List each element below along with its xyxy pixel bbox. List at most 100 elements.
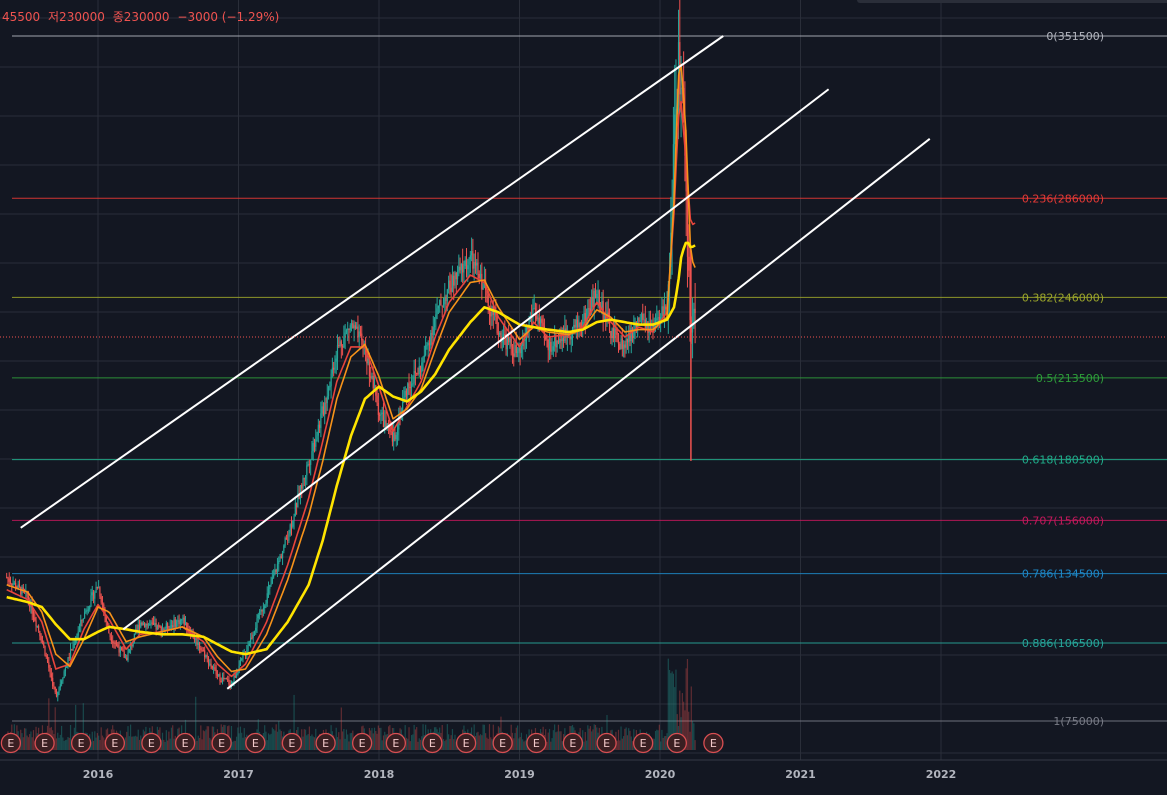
candle-body (417, 373, 419, 375)
candle-body (81, 619, 83, 621)
volume-bar (131, 736, 133, 750)
moving-average-line (6, 100, 696, 678)
candle-body (288, 533, 290, 541)
volume-bar (312, 736, 314, 750)
candle-body (156, 625, 158, 630)
candle-body (467, 265, 469, 270)
candle-body (542, 322, 544, 327)
candle-body (200, 647, 202, 651)
candle-body (519, 348, 521, 354)
candle-body (43, 642, 45, 646)
candle-body (547, 339, 549, 351)
toolbar-edge (857, 0, 1167, 3)
earnings-marker: E (703, 732, 724, 754)
candle-body (688, 256, 690, 271)
candle-body (175, 621, 178, 627)
candle-body (379, 414, 381, 416)
volume-bar (308, 726, 310, 750)
volume-bar (32, 730, 35, 750)
candle-body (394, 432, 396, 440)
volume-bar (382, 735, 385, 750)
volume-bar (63, 740, 65, 750)
volume-bar (243, 728, 245, 750)
candle-body (449, 280, 451, 288)
candle-body (95, 587, 97, 593)
candle-body (58, 687, 60, 692)
earnings-marker: E (245, 732, 266, 754)
candle-body (12, 583, 14, 586)
change-value: −3000 (−1.29%) (177, 10, 280, 24)
volume-bar (195, 696, 197, 750)
candle-body (341, 346, 344, 348)
time-axis-tick-label: 2017 (223, 768, 254, 781)
volume-bar (271, 727, 273, 750)
volume-bar (663, 736, 666, 750)
earnings-marker: E (492, 732, 513, 754)
volume-bar (22, 737, 24, 750)
volume-bar (235, 736, 238, 750)
candle-body (145, 623, 147, 628)
volume-bar (418, 738, 420, 750)
volume-bar (416, 727, 418, 750)
candle-body (333, 367, 335, 370)
candle-body (215, 669, 217, 675)
fib-level-label: 0.707(156000) (1022, 514, 1104, 527)
candle-body (304, 475, 307, 480)
earnings-marker-label: E (252, 737, 259, 750)
earnings-marker-label: E (499, 737, 506, 750)
earnings-marker-label: E (392, 737, 399, 750)
volume-bar (206, 726, 208, 750)
candle-body (471, 251, 473, 256)
earnings-marker-label: E (182, 737, 189, 750)
candle-body (440, 300, 442, 306)
volume-bar (23, 728, 26, 750)
candle-body (588, 308, 590, 310)
volume-bar (350, 732, 353, 750)
volume-bar (616, 740, 618, 750)
candle-body (270, 583, 272, 585)
candle-body (474, 261, 477, 266)
candle-body (469, 255, 471, 260)
earnings-marker-label: E (640, 737, 647, 750)
earnings-marker: E (0, 732, 22, 754)
volume-bar (453, 739, 455, 750)
candle-body (144, 623, 146, 628)
fib-level-label: 0(351500) (1046, 30, 1104, 43)
volume-bar (58, 737, 60, 750)
candle-body (198, 642, 201, 648)
candle-body (560, 338, 562, 342)
moving-averages (6, 63, 696, 678)
candle-body (237, 672, 239, 674)
candle-body (395, 434, 397, 440)
candle-body (204, 650, 206, 657)
candle-body (150, 622, 152, 625)
candle-body (454, 272, 456, 286)
candle-body (348, 328, 350, 330)
candle-body (216, 674, 219, 676)
earnings-marker-label: E (111, 737, 118, 750)
candle-body (359, 331, 362, 334)
candle-body (642, 313, 644, 320)
candle-body (353, 325, 355, 329)
volume-bar (138, 739, 141, 750)
candle-body (124, 657, 127, 659)
volume-bar (619, 740, 621, 750)
price-chart[interactable]: 0(351500) 0.236(286000) 0.382(246000) 0.5(2… (0, 0, 1167, 795)
candle-body (100, 596, 102, 603)
candle-body (117, 644, 119, 648)
candle-body (290, 524, 293, 527)
candle-body (221, 677, 224, 682)
trend-channel (20, 35, 931, 690)
time-axis: 2016 2017 2018 2019 2020 2021 2022 (0, 759, 1167, 795)
earnings-marker-label: E (603, 737, 610, 750)
volume-bar (518, 738, 520, 750)
volume-bar (344, 738, 346, 750)
candle-body (303, 478, 305, 480)
volume-bar (384, 731, 386, 750)
candle-body (340, 341, 342, 347)
volume-bar (417, 741, 419, 750)
candle-body (296, 503, 298, 508)
candle-body (239, 659, 242, 666)
chart-canvas[interactable]: 0(351500) 0.236(286000) 0.382(246000) 0.5(2… (0, 0, 1167, 795)
volume-bar (163, 739, 165, 750)
